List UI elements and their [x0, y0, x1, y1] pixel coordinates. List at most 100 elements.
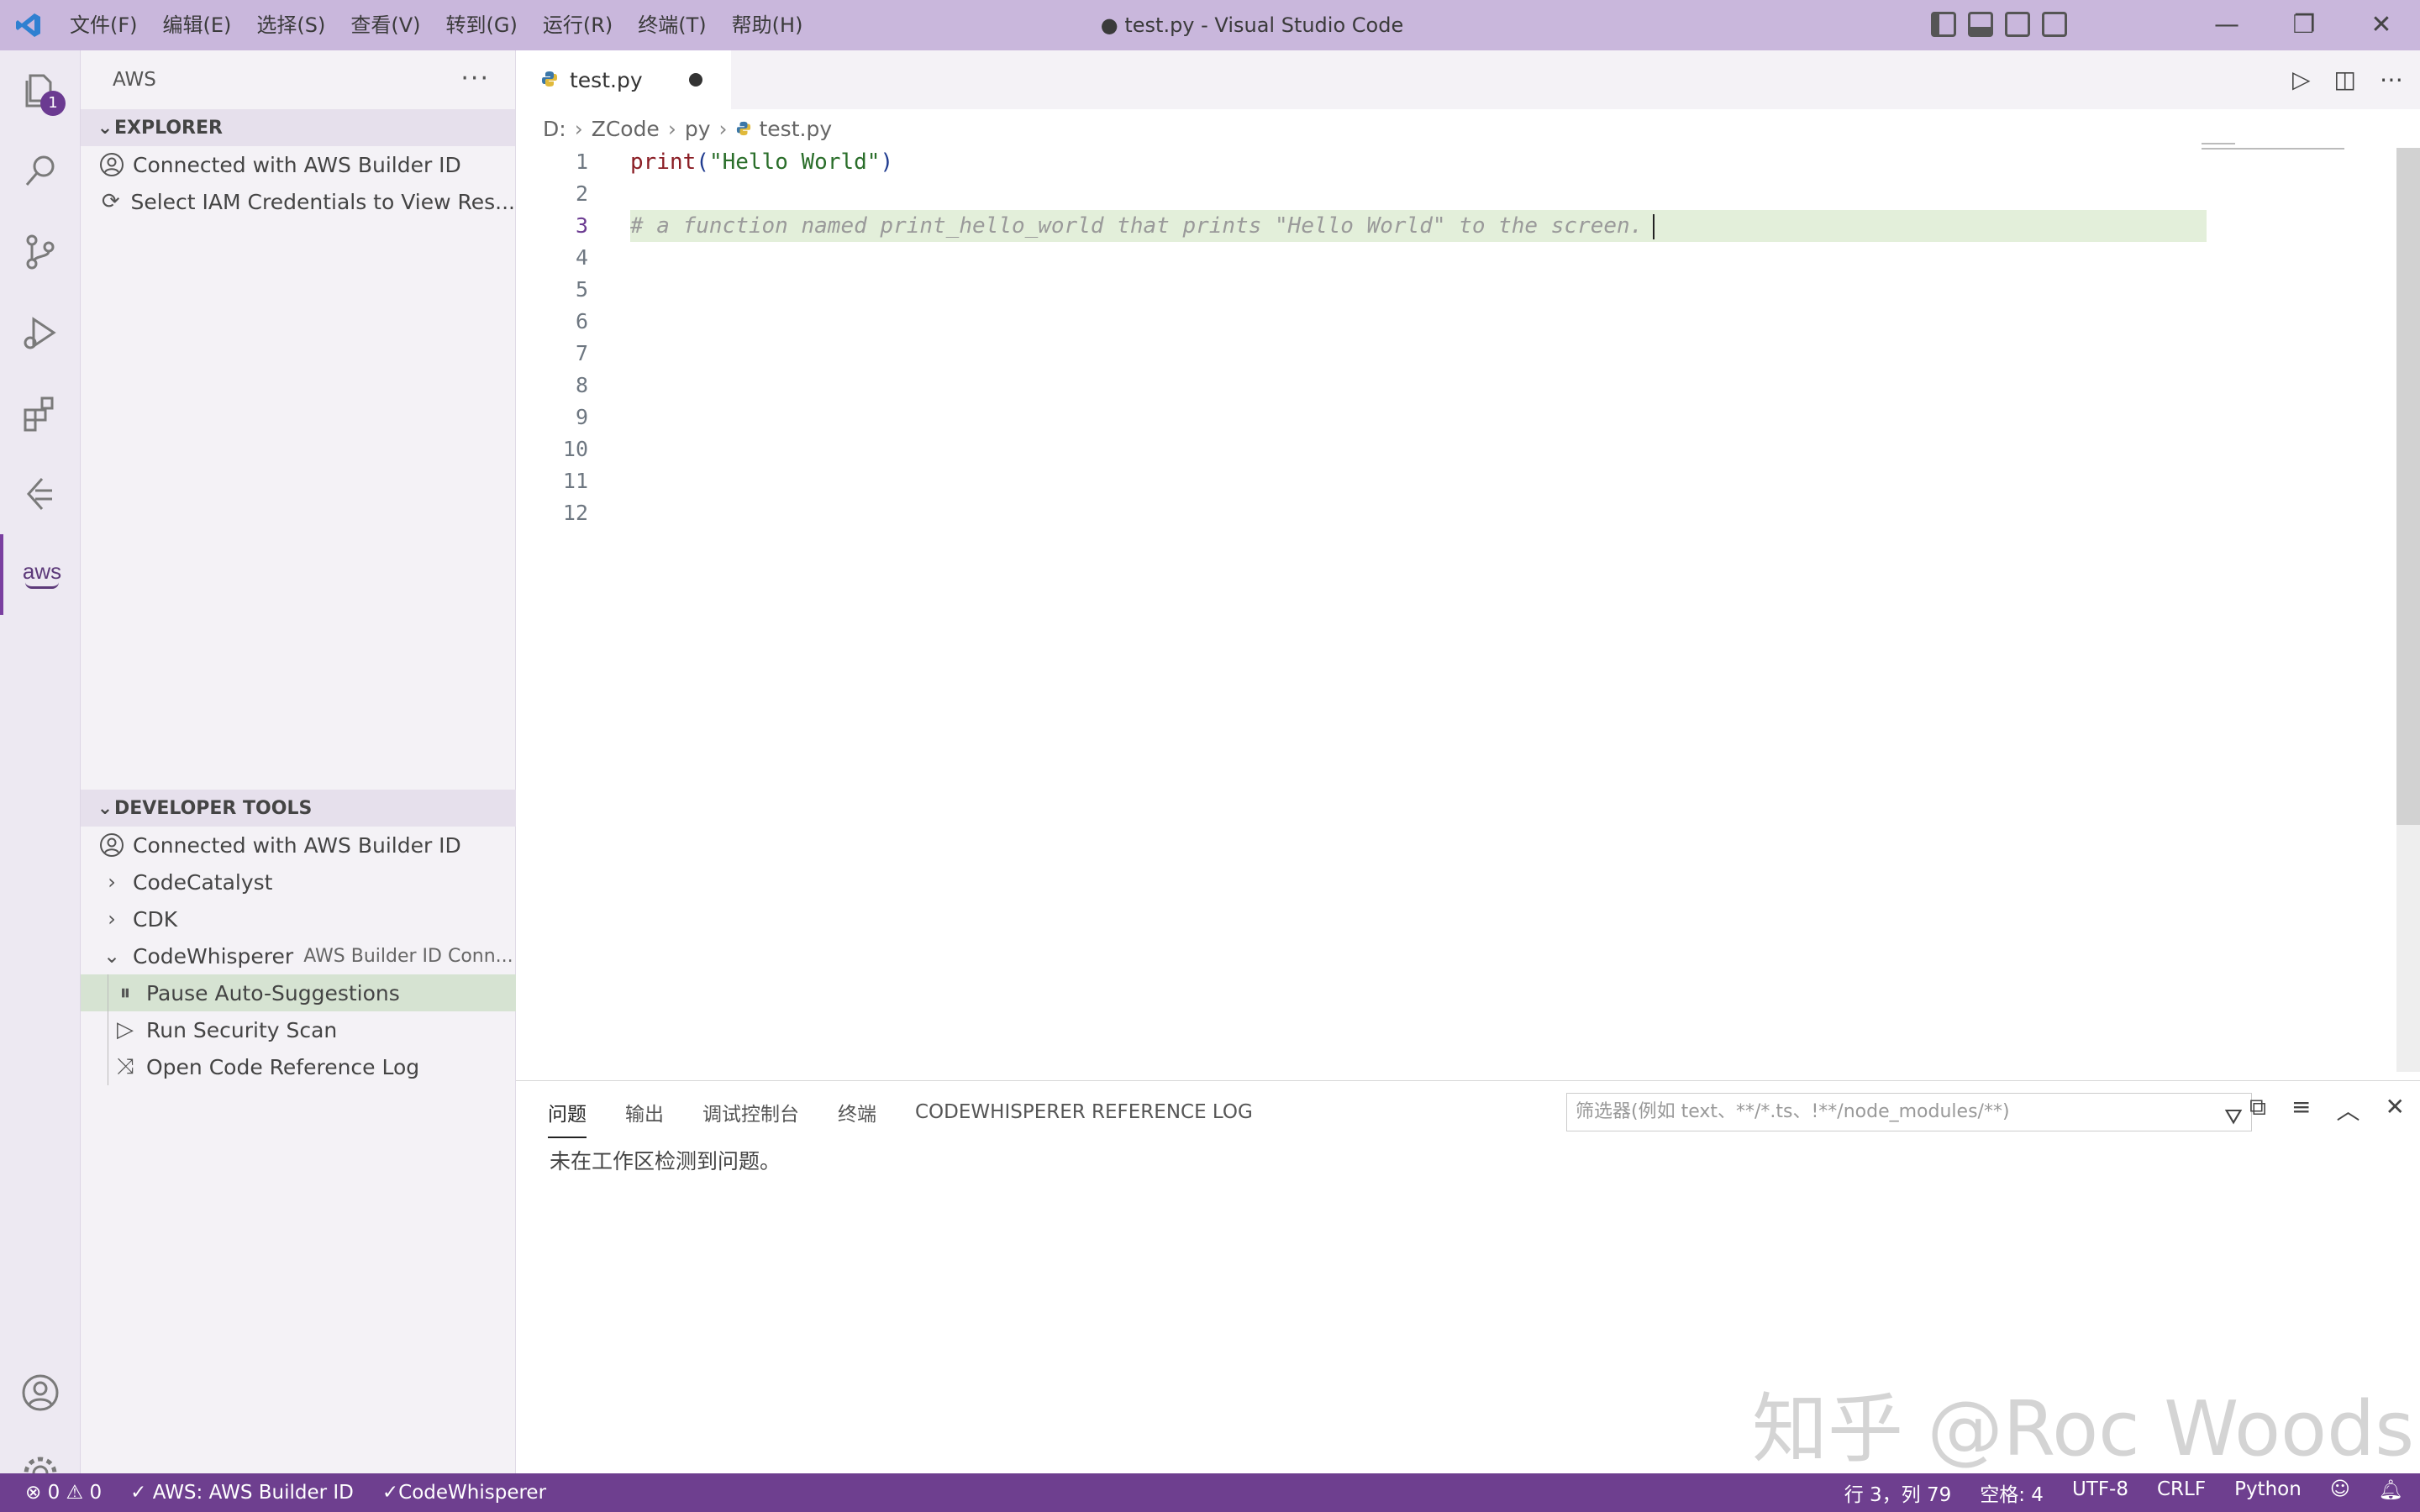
view-as-list-icon[interactable]: ≡	[2291, 1093, 2311, 1126]
line-number: 10	[562, 437, 588, 461]
vertical-scrollbar[interactable]	[2396, 148, 2420, 825]
remote-icon[interactable]	[0, 454, 81, 534]
tree-item-cdk[interactable]: › CDK	[81, 900, 516, 937]
menu-selection[interactable]: 选择(S)	[244, 0, 338, 50]
bell-icon[interactable]: 🔔︎	[2379, 1478, 2403, 1507]
title-bar: 文件(F) 编辑(E) 选择(S) 查看(V) 转到(G) 运行(R) 终端(T…	[0, 0, 2420, 50]
developer-tools-header[interactable]: ⌄ DEVELOPER TOOLS	[81, 790, 516, 827]
run-python-file-icon[interactable]: ▷	[2292, 66, 2311, 93]
toggle-panel-icon[interactable]	[1968, 12, 1993, 37]
unsaved-dot-icon[interactable]	[689, 73, 702, 87]
code-line: 10	[516, 433, 2196, 465]
language-mode[interactable]: Python	[2234, 1478, 2302, 1507]
chevron-right-icon: ›	[667, 116, 676, 141]
token-paren: )	[880, 150, 894, 175]
indentation[interactable]: 空格: 4	[1980, 1478, 2044, 1507]
sidebar-header: AWS ···	[81, 50, 515, 109]
codewhisperer-label: CodeWhisperer	[398, 1482, 547, 1504]
code-text: print("Hello World")	[630, 146, 893, 178]
source-control-icon[interactable]	[0, 212, 81, 292]
problems-filter-input[interactable]: 筛选器(例如 text、**/*.ts、!**/node_modules/**)…	[1566, 1093, 2252, 1131]
menu-help[interactable]: 帮助(H)	[719, 0, 816, 50]
menu-run[interactable]: 运行(R)	[530, 0, 625, 50]
minimap[interactable]	[2202, 143, 2395, 168]
tab-codewhisperer-reference-log[interactable]: CODEWHISPERER REFERENCE LOG	[915, 1101, 1253, 1123]
python-file-icon	[541, 68, 558, 92]
text-cursor	[1653, 213, 1655, 239]
cursor-position[interactable]: 行 3，列 79	[1844, 1478, 1952, 1507]
line-number: 5	[575, 277, 588, 302]
tab-test-py[interactable]: test.py	[516, 50, 731, 109]
warning-icon: ⚠	[66, 1482, 84, 1504]
line-number: 3	[575, 213, 588, 238]
more-actions-icon[interactable]: ⋯	[2380, 66, 2403, 93]
explorer-section-header[interactable]: ⌄ EXPLORER	[81, 109, 515, 146]
toggle-secondary-sidebar-icon[interactable]	[2005, 12, 2030, 37]
breadcrumb-item[interactable]: D:	[543, 117, 566, 141]
minimize-icon[interactable]: —	[2188, 0, 2265, 50]
line-number: 12	[562, 501, 588, 525]
split-editor-icon[interactable]: ◫	[2334, 66, 2356, 93]
menu-go[interactable]: 转到(G)	[434, 0, 530, 50]
menu-file[interactable]: 文件(F)	[57, 0, 150, 50]
maximize-panel-icon[interactable]: ︿	[2337, 1093, 2360, 1126]
sidebar-title: AWS	[113, 69, 156, 91]
dev-connection-row[interactable]: Connected with AWS Builder ID	[81, 827, 516, 864]
window-controls: — ❐ ✕	[2188, 0, 2420, 50]
explorer-badge: 1	[40, 91, 66, 116]
extensions-icon[interactable]	[0, 373, 81, 454]
tab-problems[interactable]: 问题	[548, 1098, 587, 1138]
run-debug-icon[interactable]	[0, 292, 81, 373]
debug-alt-icon: ▷	[117, 1017, 134, 1042]
pause-icon: ⏸	[119, 979, 131, 1005]
problems-status[interactable]: ⊗ 0 ⚠ 0	[25, 1482, 102, 1504]
open-code-reference-log-item[interactable]: ⤨ Open Code Reference Log	[81, 1048, 516, 1085]
explorer-iam-row[interactable]: ⟳ Select IAM Credentials to View Res...	[81, 183, 515, 220]
error-count: 0	[47, 1482, 60, 1504]
menu-edit[interactable]: 编辑(E)	[150, 0, 245, 50]
code-line: 2	[516, 178, 2196, 210]
pause-auto-suggestions-item[interactable]: ⏸ Pause Auto-Suggestions	[81, 974, 516, 1011]
code-line: 6	[516, 306, 2196, 338]
breadcrumb-item[interactable]: ZCode	[592, 117, 660, 141]
panel-actions: ⧉ ≡ ︿ ✕	[2249, 1093, 2405, 1126]
sidebar: AWS ··· ⌄ EXPLORER Connected with AWS Bu…	[81, 50, 516, 1473]
collapse-all-icon[interactable]: ⧉	[2249, 1093, 2266, 1126]
explorer-icon[interactable]: 1	[0, 50, 81, 131]
menu-terminal[interactable]: 终端(T)	[625, 0, 718, 50]
aws-status-label: AWS: AWS Builder ID	[152, 1482, 354, 1504]
codewhisperer-status[interactable]: ✓CodeWhisperer	[382, 1482, 546, 1504]
menu-view[interactable]: 查看(V)	[338, 0, 433, 50]
refresh-icon: ⟳	[101, 189, 120, 214]
account-icon[interactable]	[0, 1352, 81, 1433]
code-line: 5	[516, 274, 2196, 306]
customize-layout-icon[interactable]	[2042, 12, 2067, 37]
run-security-scan-item[interactable]: ▷ Run Security Scan	[81, 1011, 516, 1048]
chevron-down-icon: ⌄	[97, 797, 113, 819]
tree-item-codewhisperer[interactable]: ⌄ CodeWhisperer AWS Builder ID Conn...	[81, 937, 516, 974]
search-icon[interactable]	[0, 131, 81, 212]
tree-item-codecatalyst[interactable]: › CodeCatalyst	[81, 864, 516, 900]
error-icon: ⊗	[25, 1482, 42, 1504]
aws-label: aws	[22, 559, 62, 584]
close-icon[interactable]: ✕	[2343, 0, 2420, 50]
breadcrumb-item[interactable]: py	[685, 117, 711, 141]
close-panel-icon[interactable]: ✕	[2386, 1093, 2405, 1126]
aws-connection-status[interactable]: ✓ AWS: AWS Builder ID	[130, 1482, 354, 1504]
explorer-connection-row[interactable]: Connected with AWS Builder ID	[81, 146, 515, 183]
feedback-icon[interactable]: ☺	[2330, 1478, 2350, 1507]
toggle-primary-sidebar-icon[interactable]	[1931, 12, 1956, 37]
tab-debug-console[interactable]: 调试控制台	[702, 1098, 799, 1126]
tab-output[interactable]: 输出	[625, 1098, 664, 1126]
end-of-line[interactable]: CRLF	[2157, 1478, 2206, 1507]
window-title: ● test.py - Visual Studio Code	[1100, 13, 1404, 37]
more-actions-icon[interactable]: ···	[460, 64, 490, 93]
filter-icon[interactable]: ⛛	[2224, 1099, 2243, 1136]
line-number: 4	[575, 245, 588, 270]
breadcrumb-item[interactable]: test.py	[760, 117, 833, 141]
restore-icon[interactable]: ❐	[2265, 0, 2343, 50]
encoding[interactable]: UTF-8	[2072, 1478, 2128, 1507]
tab-terminal[interactable]: 终端	[838, 1098, 876, 1126]
code-editor[interactable]: 1 print("Hello World") 2 3 # a function …	[516, 146, 2398, 1079]
aws-icon[interactable]: aws	[0, 534, 81, 615]
